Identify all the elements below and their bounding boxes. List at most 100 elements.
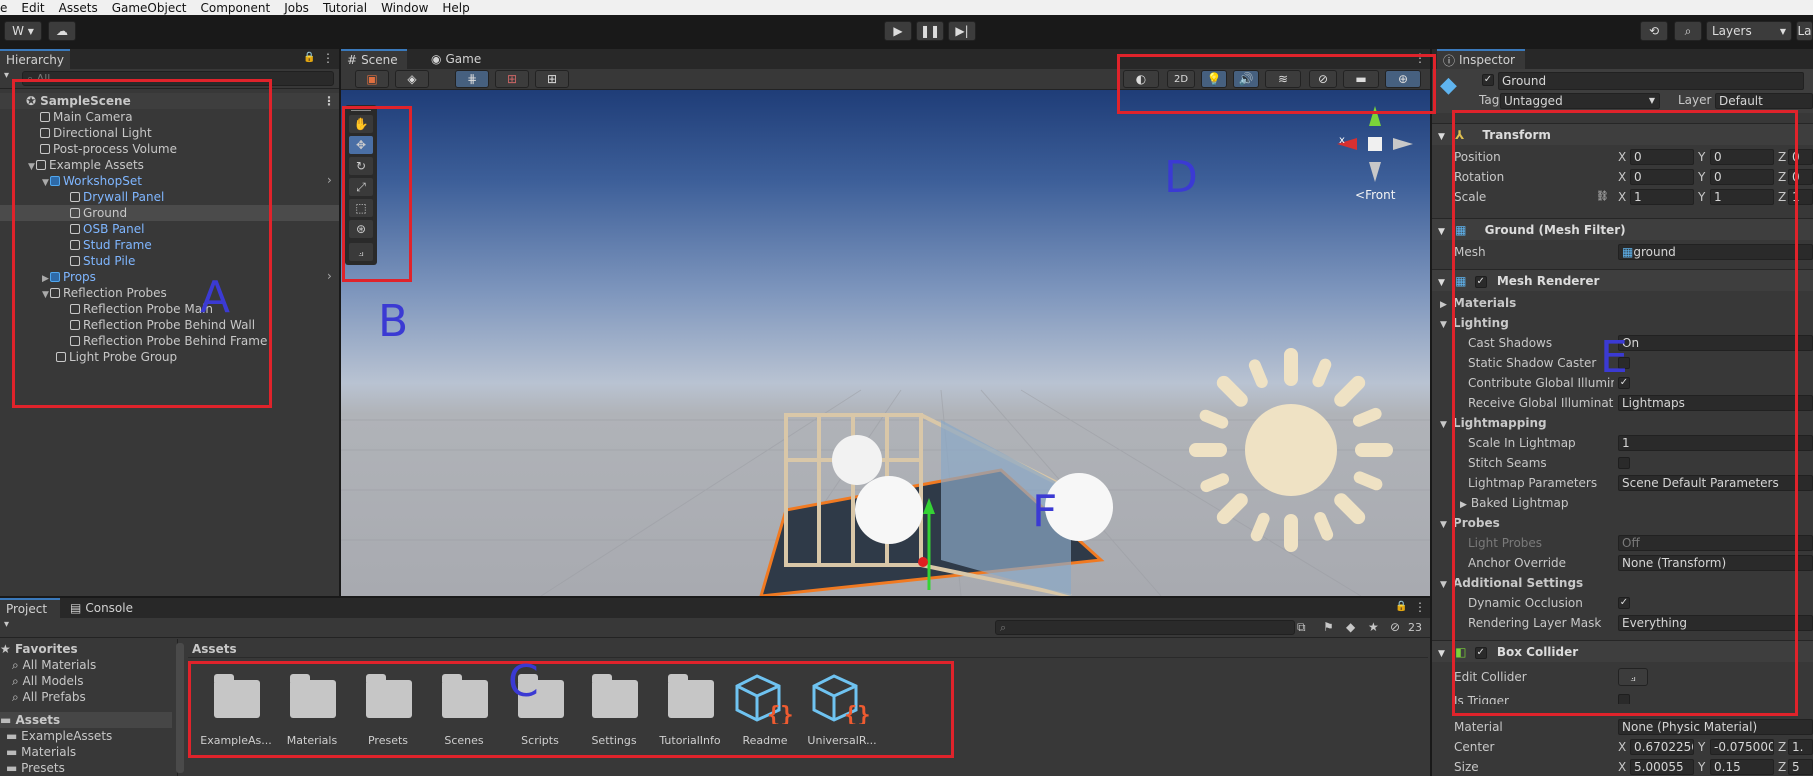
tab-game[interactable]: ◉ Game [425,49,485,69]
link-icon[interactable]: ⛓ [1596,188,1609,206]
favorite-item[interactable]: ⌕ All Models [12,673,84,689]
cloud-button[interactable]: ☁ [48,21,76,41]
orientation-gizmo[interactable] [1335,104,1415,184]
box-collider-header[interactable]: ▼ ◧ ✓ Box Collider [1432,640,1813,662]
more-icon[interactable]: ⋮ [322,51,334,65]
tag-icon[interactable]: ◆ [1346,620,1355,634]
size-x-field[interactable]: 5.00055 [1630,759,1694,775]
cast-shadows-dropdown[interactable]: On [1618,335,1813,351]
receive-gi-dropdown[interactable]: Lightmaps [1618,395,1813,411]
tab-project[interactable]: Project [0,598,60,618]
scene-viewport[interactable]: x <Front [341,90,1430,596]
tools-drag-handle[interactable] [351,108,371,111]
hierarchy-row-selected[interactable]: Ground [0,205,339,221]
tab-inspector[interactable]: ⓘ Inspector [1437,49,1525,69]
tree-scrollbar[interactable] [176,643,184,773]
position-x-field[interactable]: 0 [1630,149,1694,165]
tag-dropdown[interactable]: Untagged ▼ [1500,93,1660,109]
step-button[interactable]: ▶| [948,21,976,41]
asset-item[interactable]: {} UniversalR... [806,674,878,750]
center-x-field[interactable]: 0.6702256 [1630,739,1694,755]
chevron-right-icon[interactable]: › [327,269,332,283]
gizmo-view-label[interactable]: <Front [1355,188,1395,202]
asset-item[interactable]: Materials [276,674,348,750]
account-dropdown[interactable]: W ▼ [4,21,42,41]
asset-item[interactable]: Presets [352,674,424,750]
transform-tool-button[interactable]: ⊛ [349,220,373,238]
favorite-item[interactable]: ⌕ All Materials [12,657,96,673]
is-trigger-checkbox[interactable] [1618,694,1630,704]
tab-hierarchy[interactable]: Hierarchy [0,49,70,69]
rotation-y-field[interactable]: 0 [1710,169,1774,185]
add-icon[interactable]: ▾ [4,619,9,630]
breadcrumb-item[interactable]: Assets [192,642,237,656]
menu-item-tutorial[interactable]: Tutorial [323,1,367,15]
contribute-gi-checkbox[interactable]: ✓ [1618,377,1630,389]
lock-icon[interactable]: 🔒 [303,52,315,63]
baked-lightmap-foldout[interactable]: ▶ Baked Lightmap [1432,494,1813,512]
play-button[interactable]: ▶ [884,21,912,41]
asset-item[interactable]: ExampleAs... [200,674,272,750]
toggle-2d-button[interactable]: 2D [1167,70,1195,88]
rotation-x-field[interactable]: 0 [1630,169,1694,185]
search-button[interactable]: ⌕ [1674,21,1702,41]
tab-console[interactable]: ▤ Console [64,598,144,618]
active-checkbox[interactable]: ✓ [1482,74,1494,86]
asset-item[interactable]: Settings [578,674,650,750]
static-shadow-checkbox[interactable] [1618,357,1630,369]
filter-type-icon[interactable]: ⧉ [1297,620,1306,635]
hierarchy-row[interactable]: Stud Pile [70,253,135,269]
hierarchy-row[interactable]: Main Camera [40,109,133,125]
lightmapping-foldout[interactable]: ▼ Lightmapping [1432,414,1813,432]
edit-collider-button[interactable]: ⟓ [1618,668,1648,686]
center-z-field[interactable]: 1. [1788,739,1813,755]
scale-y-field[interactable]: 1 [1710,189,1774,205]
scale-tool-button[interactable]: ⤢ [349,178,373,196]
position-z-field[interactable]: 0 [1788,149,1813,165]
mesh-renderer-header[interactable]: ▼ ▦ ✓ Mesh Renderer [1432,269,1813,291]
object-name-field[interactable]: Ground [1498,72,1804,90]
shading-dropdown[interactable]: ◐ [1123,70,1159,88]
hierarchy-row[interactable]: Reflection Probe Behind Frame [70,333,267,349]
gizmos-dropdown[interactable]: ⊕ [1385,70,1421,88]
asset-item[interactable]: Scenes [428,674,500,750]
menu-item-edit[interactable]: Edit [21,1,44,15]
asset-item[interactable]: {} Readme [729,674,801,750]
transform-header[interactable]: ▼ ⅄ Transform [1432,123,1813,145]
layer-dropdown[interactable]: Default [1715,93,1813,109]
lighting-toggle[interactable]: 💡 [1201,70,1227,88]
assets-root-row[interactable]: ▬ Assets [0,712,172,728]
hierarchy-row[interactable]: Directional Light [40,125,152,141]
size-z-field[interactable]: 5 [1788,759,1813,775]
expand-arrow-icon[interactable]: ▼ [28,159,36,175]
render-mode-dropdown[interactable]: ◈ [395,70,429,88]
hierarchy-row[interactable]: Post-process Volume [40,141,177,157]
mesh-field[interactable]: ▦ground [1618,244,1813,260]
camera-dropdown[interactable]: ▬ [1343,70,1379,88]
project-search-input[interactable]: ⌕ [995,620,1295,635]
material-field[interactable]: None (Physic Material) [1618,719,1813,735]
expand-arrow-icon[interactable]: ▼ [42,287,50,303]
menu-item-help[interactable]: Help [442,1,469,15]
draw-mode-dropdown[interactable]: ▣ [355,70,389,88]
hierarchy-row[interactable]: Stud Frame [70,237,152,253]
probes-foldout[interactable]: ▼ Probes [1432,514,1813,532]
layers-dropdown[interactable]: Layers ▼ [1706,21,1792,41]
more-icon[interactable]: ⋮ [323,93,335,109]
snap-toggle[interactable]: ⋕ [455,70,489,88]
project-tree-item[interactable]: ▬ ExampleAssets [6,728,112,744]
additional-settings-foldout[interactable]: ▼ Additional Settings [1432,574,1813,592]
history-button[interactable]: ⟲ [1640,21,1668,41]
menu-item-file[interactable]: e [0,1,7,15]
hierarchy-row[interactable]: ✪ SampleScene ⋮ [0,93,339,109]
favorites-row[interactable]: ★ Favorites [0,641,78,657]
dynamic-occlusion-checkbox[interactable]: ✓ [1618,597,1630,609]
hidden-eye-icon[interactable]: ⊘ [1390,620,1400,634]
chevron-right-icon[interactable]: › [327,173,332,187]
tab-scene[interactable]: # Scene [341,49,407,69]
custom-tool-button[interactable]: ⟓ [349,243,373,261]
stitch-seams-checkbox[interactable] [1618,457,1630,469]
favorite-item[interactable]: ⌕ All Prefabs [12,689,86,705]
effects-dropdown[interactable]: ≋ [1265,70,1301,88]
more-icon[interactable]: ⋮ [1414,51,1426,65]
